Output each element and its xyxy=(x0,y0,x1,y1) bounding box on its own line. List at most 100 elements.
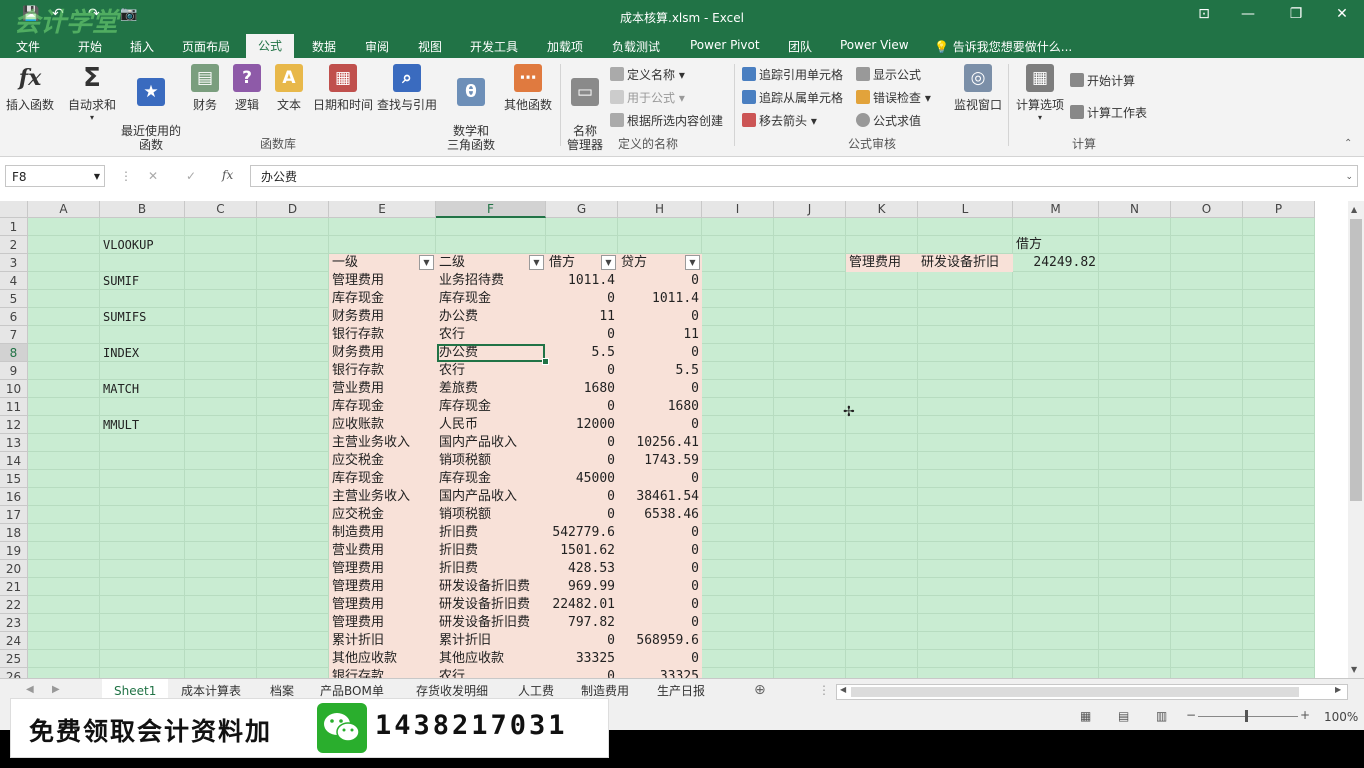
tab-power-view[interactable]: Power View xyxy=(840,38,909,52)
page-layout-view-icon[interactable]: ▤ xyxy=(1118,709,1129,723)
row-header[interactable]: 20 xyxy=(0,560,28,578)
table-cell[interactable]: 银行存款 xyxy=(329,668,436,678)
table-cell[interactable]: 主营业务收入 xyxy=(329,434,436,452)
lookup-result-cell[interactable]: 24249.82 xyxy=(1013,254,1099,272)
worksheet-grid[interactable]: A B C D E F G H I J K L M N O P 1 2 3 4 5 6 7 8 9 10 11 12 13 14 15 16 1… xyxy=(0,201,1364,678)
column-header[interactable]: B xyxy=(100,201,185,218)
ribbon-display-icon[interactable]: ⊡ xyxy=(1184,6,1224,22)
table-cell[interactable]: 969.99 xyxy=(546,578,618,596)
column-header[interactable]: C xyxy=(185,201,257,218)
zoom-slider[interactable] xyxy=(1198,716,1298,717)
maximize-button[interactable]: ❐ xyxy=(1276,6,1316,22)
trace-precedents-button[interactable]: 追踪引用单元格 xyxy=(742,66,843,83)
table-cell[interactable]: 库存现金 xyxy=(436,398,546,416)
table-cell[interactable]: 研发设备折旧费 xyxy=(436,596,546,614)
name-manager-button[interactable]: ▭ 名称 管理器 xyxy=(563,58,607,152)
vertical-scrollbar[interactable]: ▲ ▼ xyxy=(1348,201,1364,678)
sheet-tab-labor[interactable]: 人工费 xyxy=(518,682,554,699)
trace-dependents-button[interactable]: 追踪从属单元格 xyxy=(742,89,843,106)
function-label-cell[interactable]: SUMIF xyxy=(100,272,185,290)
table-cell[interactable]: 累计折旧 xyxy=(329,632,436,650)
create-from-selection-button[interactable]: 根据所选内容创建 xyxy=(610,112,723,129)
row-header[interactable]: 10 xyxy=(0,380,28,398)
table-cell[interactable]: 库存现金 xyxy=(329,290,436,308)
normal-view-icon[interactable]: ▦ xyxy=(1080,709,1091,723)
prev-sheet-icon[interactable]: ◀ xyxy=(26,684,34,695)
calculate-sheet-button[interactable]: 计算工作表 xyxy=(1070,104,1147,121)
lookup-criteria2-cell[interactable]: 研发设备折旧 xyxy=(918,254,1013,272)
row-header[interactable]: 23 xyxy=(0,614,28,632)
table-cell[interactable]: 6538.46 xyxy=(618,506,702,524)
column-header[interactable]: E xyxy=(329,201,436,218)
table-cell[interactable]: 差旅费 xyxy=(436,380,546,398)
column-header[interactable]: M xyxy=(1013,201,1099,218)
table-cell[interactable]: 5.5 xyxy=(546,344,618,362)
sheet-tab-inventory[interactable]: 存货收发明细 xyxy=(416,682,488,699)
table-cell[interactable]: 542779.6 xyxy=(546,524,618,542)
table-cell[interactable]: 0 xyxy=(618,308,702,326)
evaluate-formula-button[interactable]: 公式求值 xyxy=(856,112,921,129)
table-cell[interactable]: 应交税金 xyxy=(329,506,436,524)
column-header[interactable]: I xyxy=(702,201,774,218)
row-header[interactable]: 16 xyxy=(0,488,28,506)
zoom-slider-thumb[interactable] xyxy=(1245,710,1248,722)
row-header[interactable]: 3 xyxy=(0,254,28,272)
table-cell[interactable]: 农行 xyxy=(436,362,546,380)
lookup-header-cell[interactable]: 借方 xyxy=(1013,236,1099,254)
fill-handle[interactable] xyxy=(542,358,549,365)
select-all-corner[interactable] xyxy=(0,201,28,218)
name-box-dropdown-icon[interactable]: ▼ xyxy=(94,166,100,188)
close-button[interactable]: ✕ xyxy=(1322,6,1362,22)
cancel-icon[interactable]: ✕ xyxy=(148,169,158,183)
filter-dropdown-icon[interactable]: ▼ xyxy=(601,255,616,270)
table-cell[interactable]: 折旧费 xyxy=(436,524,546,542)
table-cell[interactable]: 11 xyxy=(618,326,702,344)
other-functions-button[interactable]: ⋯ 其他函数 xyxy=(502,58,554,113)
table-cell[interactable]: 银行存款 xyxy=(329,326,436,344)
tab-review[interactable]: 审阅 xyxy=(365,38,389,55)
function-label-cell[interactable]: MATCH xyxy=(100,380,185,398)
column-header[interactable]: K xyxy=(846,201,918,218)
define-name-button[interactable]: 定义名称 ▾ xyxy=(610,66,685,83)
table-cell[interactable]: 0 xyxy=(618,542,702,560)
row-header[interactable]: 15 xyxy=(0,470,28,488)
table-cell[interactable]: 库存现金 xyxy=(436,290,546,308)
table-cell[interactable]: 0 xyxy=(618,614,702,632)
filter-dropdown-icon[interactable]: ▼ xyxy=(685,255,700,270)
table-cell[interactable]: 0 xyxy=(618,596,702,614)
table-cell[interactable]: 0 xyxy=(546,326,618,344)
tell-me-box[interactable]: 💡 告诉我您想要做什么... xyxy=(934,38,1072,55)
insert-function-button[interactable]: fx 插入函数 xyxy=(4,58,56,113)
column-header[interactable]: N xyxy=(1099,201,1171,218)
table-cell[interactable]: 营业费用 xyxy=(329,542,436,560)
row-header[interactable]: 22 xyxy=(0,596,28,614)
table-cell[interactable]: 研发设备折旧费 xyxy=(436,614,546,632)
table-cell[interactable]: 1011.4 xyxy=(618,290,702,308)
scroll-down-icon[interactable]: ▼ xyxy=(1351,665,1357,674)
logical-button[interactable]: ? 逻辑 xyxy=(230,58,264,113)
table-cell[interactable]: 1011.4 xyxy=(546,272,618,290)
sheet-tab-daily[interactable]: 生产日报 xyxy=(657,682,705,699)
table-cell[interactable]: 22482.01 xyxy=(546,596,618,614)
name-box[interactable]: F8 ▼ xyxy=(5,165,105,187)
insert-function-icon[interactable]: fx xyxy=(222,168,233,182)
column-header[interactable]: G xyxy=(546,201,618,218)
table-cell[interactable]: 管理费用 xyxy=(329,614,436,632)
table-cell[interactable]: 库存现金 xyxy=(329,398,436,416)
table-cell[interactable]: 农行 xyxy=(436,668,546,678)
table-cell[interactable]: 1743.59 xyxy=(618,452,702,470)
row-header[interactable]: 11 xyxy=(0,398,28,416)
table-cell[interactable]: 0 xyxy=(546,488,618,506)
scroll-left-icon[interactable]: ◀ xyxy=(840,685,846,694)
use-in-formula-button[interactable]: 用于公式 ▾ xyxy=(610,89,685,106)
table-cell[interactable]: 折旧费 xyxy=(436,542,546,560)
add-sheet-icon[interactable]: ⊕ xyxy=(754,682,766,698)
table-cell[interactable]: 主营业务收入 xyxy=(329,488,436,506)
error-checking-button[interactable]: 错误检查 ▾ xyxy=(856,89,931,106)
row-header[interactable]: 26 xyxy=(0,668,28,678)
enter-icon[interactable]: ✓ xyxy=(186,169,196,183)
column-header[interactable]: P xyxy=(1243,201,1315,218)
table-cell[interactable]: 0 xyxy=(618,272,702,290)
row-header[interactable]: 2 xyxy=(0,236,28,254)
table-cell[interactable]: 1680 xyxy=(618,398,702,416)
